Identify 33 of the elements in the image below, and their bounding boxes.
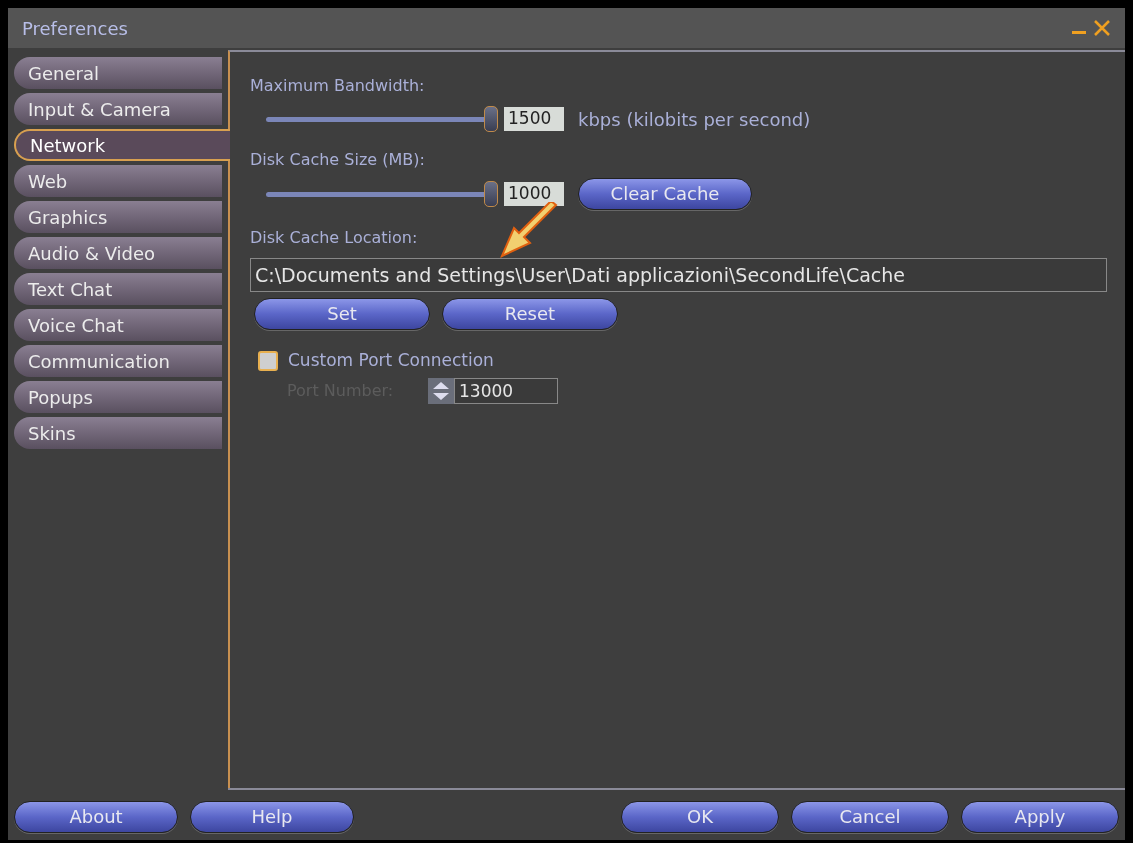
cache-size-field[interactable]: 1000 <box>504 182 564 206</box>
cache-location-field[interactable]: C:\Documents and Settings\User\Dati applicazioni\SecondLife\Cache <box>250 258 1107 292</box>
slider-handle[interactable] <box>484 106 498 132</box>
location-button[interactable]: Reset <box>442 298 618 330</box>
bandwidth-label: Maximum Bandwidth: <box>250 75 426 97</box>
spinner-icon[interactable] <box>428 377 454 404</box>
close-icon[interactable] <box>1093 19 1111 37</box>
sidebar-tab[interactable]: Network <box>14 129 230 161</box>
sidebar-tab[interactable]: Graphics <box>14 201 222 233</box>
footer-button[interactable]: About <box>14 801 178 833</box>
window-title: Preferences <box>22 16 128 41</box>
cache-location-label: Disk Cache Location: <box>250 228 418 247</box>
footer-button[interactable]: Cancel <box>791 801 949 833</box>
sidebar-tab[interactable]: Popups <box>14 381 222 413</box>
sidebar-tab[interactable]: Text Chat <box>14 273 222 305</box>
location-button[interactable]: Set <box>254 298 430 330</box>
footer-button[interactable]: Apply <box>961 801 1119 833</box>
sidebar-tab[interactable]: Input & Camera <box>14 93 222 125</box>
footer-button[interactable]: Help <box>190 801 354 833</box>
sidebar-tab[interactable]: Audio & Video <box>14 237 222 269</box>
sidebar-tab[interactable]: Skins <box>14 417 222 449</box>
checkbox[interactable] <box>258 350 278 371</box>
unit-label: kbps (kilobits per second) <box>578 107 811 132</box>
sidebar-tab[interactable]: General <box>14 57 222 89</box>
sidebar-tab[interactable]: Voice Chat <box>14 309 222 341</box>
disk-cache-label: Disk Cache Size (MB): <box>250 149 426 171</box>
sidebar-tab[interactable]: Web <box>14 165 222 197</box>
footer-button[interactable]: OK <box>621 801 779 833</box>
custom-port-label: Custom Port Connection <box>288 349 494 372</box>
clear-cache-button[interactable]: Clear Cache <box>578 178 752 210</box>
slider-handle[interactable] <box>484 181 498 207</box>
sidebar-tab[interactable]: Communication <box>14 345 222 377</box>
bandwidth-field[interactable]: 1500 <box>504 107 564 131</box>
